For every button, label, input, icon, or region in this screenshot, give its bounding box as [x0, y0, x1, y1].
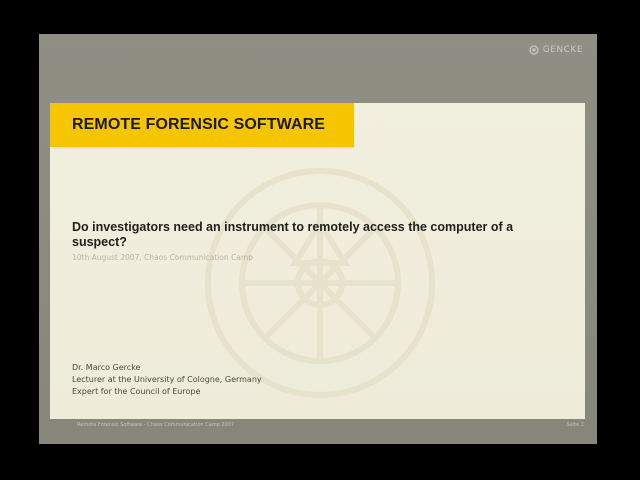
- projection-frame: GENCKE REMOTE FORENSIC SOFTWARE Do inves…: [39, 34, 597, 444]
- slide-question: Do investigators need an instrument to r…: [72, 220, 514, 249]
- author-affiliation: Expert for the Council of Europe: [72, 387, 201, 396]
- author-name: Dr. Marco Gercke: [72, 363, 141, 372]
- slide-title: REMOTE FORENSIC SOFTWARE: [72, 116, 326, 133]
- slide-dateline: 10th August 2007, Chaos Communication Ca…: [72, 253, 253, 262]
- author-block: Dr. Marco Gercke Lecturer at the Univers…: [72, 362, 262, 398]
- brand-logo: GENCKE: [529, 45, 583, 55]
- title-bar: REMOTE FORENSIC SOFTWARE: [50, 103, 354, 147]
- brand-logo-icon: [529, 45, 539, 55]
- footer-right: Seite 1: [566, 422, 584, 428]
- brand-name: GENCKE: [542, 45, 583, 55]
- footer-left: Remote Forensic Software - Chaos Communi…: [77, 422, 235, 428]
- slide: REMOTE FORENSIC SOFTWARE Do investigator…: [50, 103, 585, 419]
- author-role: Lecturer at the University of Cologne, G…: [72, 375, 262, 384]
